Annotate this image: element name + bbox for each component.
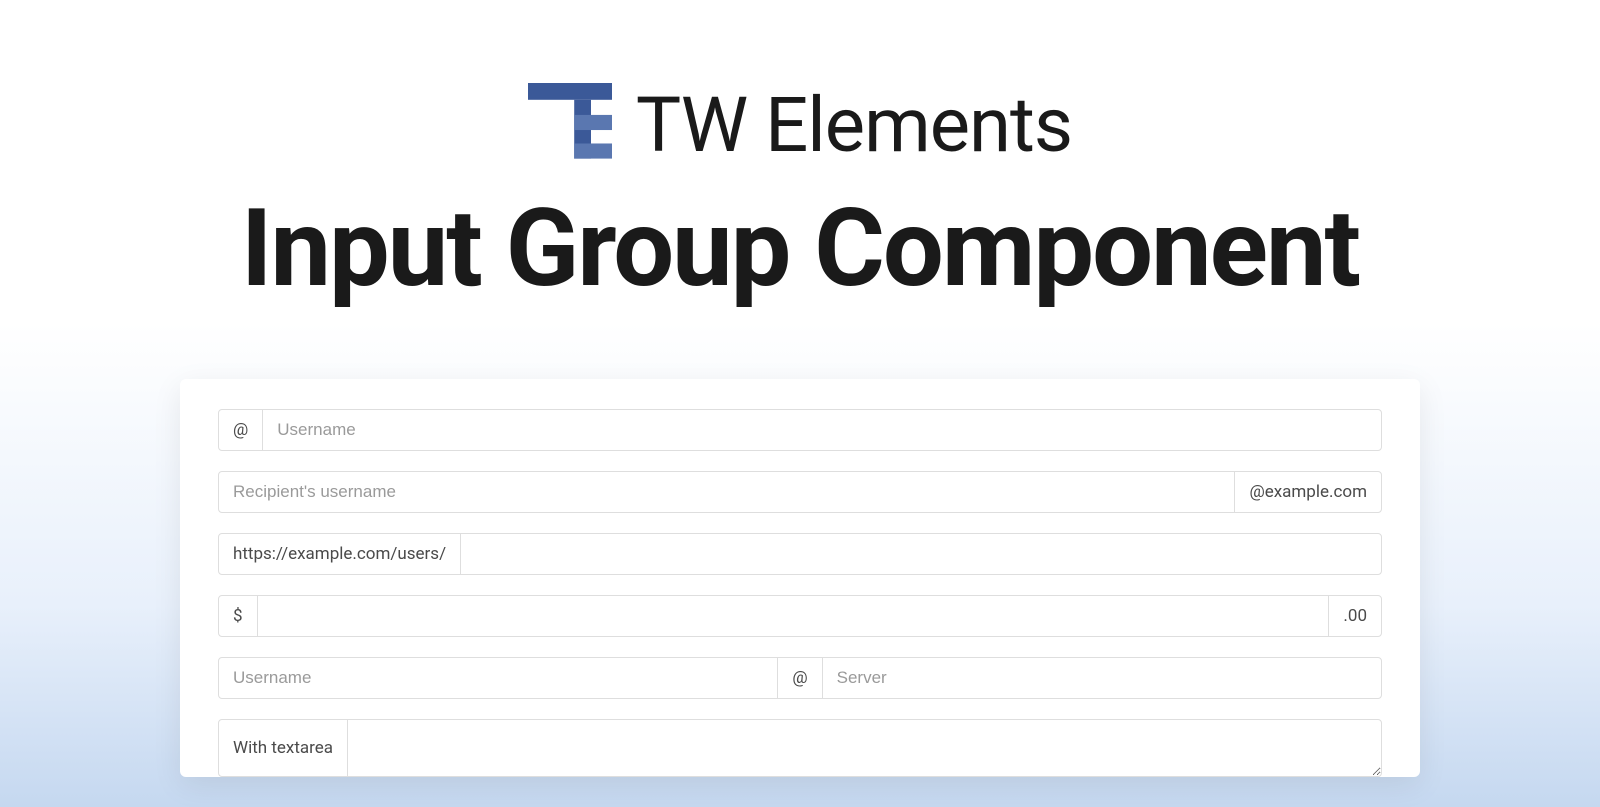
brand-row: TW Elements <box>0 80 1600 170</box>
url-path-input[interactable] <box>460 533 1382 575</box>
addon-at-prefix: @ <box>218 409 263 451</box>
amount-input[interactable] <box>257 595 1330 637</box>
input-group-user-server: @ <box>218 657 1382 699</box>
input-group-currency: $ .00 <box>218 595 1382 637</box>
examples-card: @ @example.com https://example.com/users… <box>180 379 1420 777</box>
textarea-input[interactable] <box>347 719 1382 777</box>
addon-textarea-label: With textarea <box>218 719 348 777</box>
addon-domain-suffix: @example.com <box>1234 471 1382 513</box>
input-group-username-prefix: @ <box>218 409 1382 451</box>
page-title: Input Group Component <box>0 190 1600 309</box>
input-group-recipient-suffix: @example.com <box>218 471 1382 513</box>
input-group-url-prefix: https://example.com/users/ <box>218 533 1382 575</box>
addon-at-middle: @ <box>777 657 822 699</box>
addon-decimal-suffix: .00 <box>1328 595 1382 637</box>
header: TW Elements Input Group Component <box>0 0 1600 309</box>
server-input[interactable] <box>822 657 1382 699</box>
input-group-textarea: With textarea <box>218 719 1382 777</box>
addon-dollar-prefix: $ <box>218 595 258 637</box>
addon-url-prefix: https://example.com/users/ <box>218 533 461 575</box>
brand-name: TW Elements <box>636 80 1072 170</box>
recipient-input[interactable] <box>218 471 1235 513</box>
username-left-input[interactable] <box>218 657 778 699</box>
brand-logo-icon <box>528 83 612 167</box>
username-input[interactable] <box>262 409 1382 451</box>
